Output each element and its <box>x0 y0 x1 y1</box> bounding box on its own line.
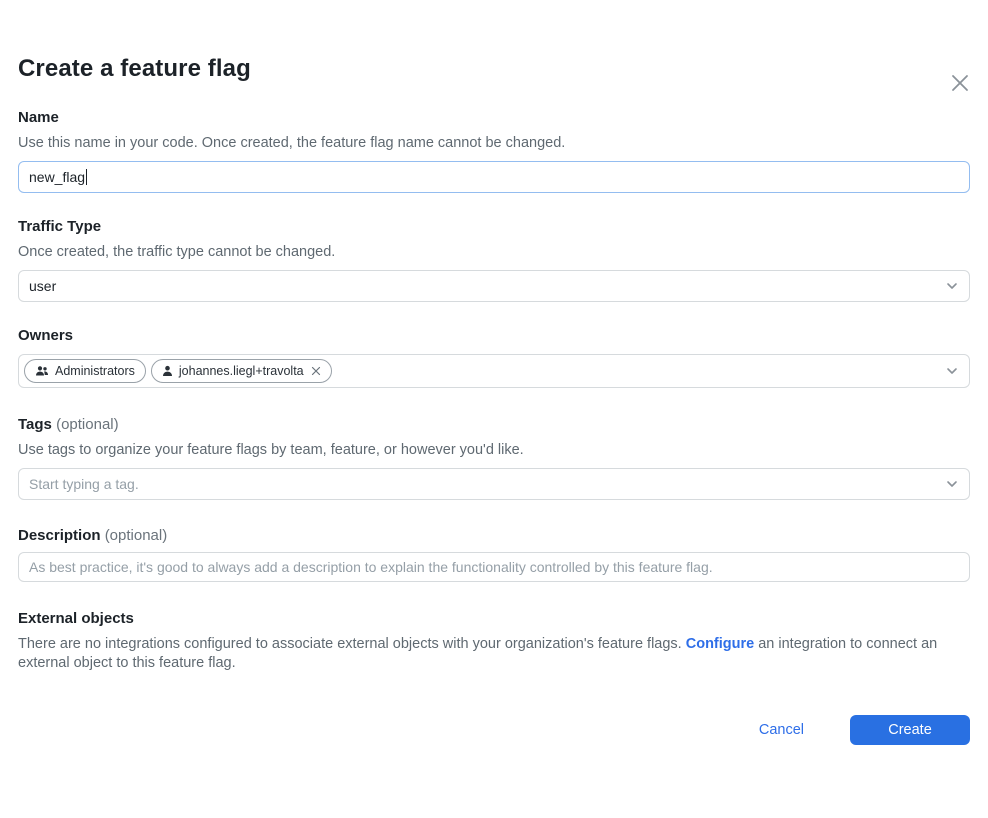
chevron-down-icon <box>945 477 959 491</box>
owners-chip-list: Administrators johannes.liegl+travolta <box>24 359 937 383</box>
owner-chip-label: johannes.liegl+travolta <box>179 364 304 378</box>
description-field-group: Description (optional) <box>18 527 970 582</box>
traffic-type-label: Traffic Type <box>18 218 970 235</box>
tags-help-text: Use tags to organize your feature flags … <box>18 441 970 460</box>
person-icon <box>162 365 173 377</box>
traffic-type-selected-value: user <box>29 278 56 294</box>
remove-owner-button[interactable] <box>311 366 321 376</box>
name-input-value: new_flag <box>29 169 85 185</box>
close-button[interactable] <box>948 71 972 95</box>
cancel-button[interactable]: Cancel <box>759 722 804 738</box>
external-objects-text: There are no integrations configured to … <box>18 635 970 672</box>
traffic-type-help-text: Once created, the traffic type cannot be… <box>18 243 970 262</box>
owner-chip-label: Administrators <box>55 364 135 378</box>
owners-select[interactable]: Administrators johannes.liegl+travolta <box>18 354 970 388</box>
owner-chip-administrators[interactable]: Administrators <box>24 359 146 383</box>
owners-field-group: Owners Administrators johannes.liegl+tra… <box>18 327 970 388</box>
tags-field-group: Tags (optional) Use tags to organize you… <box>18 416 970 500</box>
remove-icon <box>311 366 321 376</box>
chevron-down-icon <box>945 279 959 293</box>
name-input[interactable]: new_flag <box>18 161 970 193</box>
group-icon <box>35 365 49 377</box>
name-label: Name <box>18 109 970 126</box>
owner-chip-user[interactable]: johannes.liegl+travolta <box>151 359 332 383</box>
tags-select[interactable]: Start typing a tag. <box>18 468 970 500</box>
configure-link[interactable]: Configure <box>686 636 754 652</box>
traffic-type-field-group: Traffic Type Once created, the traffic t… <box>18 218 970 302</box>
external-objects-text-before: There are no integrations configured to … <box>18 636 686 652</box>
tags-label: Tags <box>18 416 52 433</box>
name-help-text: Use this name in your code. Once created… <box>18 134 970 153</box>
owners-label: Owners <box>18 327 970 344</box>
external-objects-label: External objects <box>18 610 970 627</box>
close-icon <box>949 72 971 94</box>
tags-placeholder: Start typing a tag. <box>29 476 139 492</box>
description-optional-hint: (optional) <box>105 527 168 544</box>
tags-optional-hint: (optional) <box>56 416 119 433</box>
modal-footer: Cancel Create <box>18 715 970 745</box>
external-objects-section: External objects There are no integratio… <box>18 610 970 672</box>
create-button[interactable]: Create <box>850 715 970 745</box>
modal-title: Create a feature flag <box>18 55 970 83</box>
chevron-down-icon <box>945 364 959 378</box>
traffic-type-select[interactable]: user <box>18 270 970 302</box>
description-label: Description <box>18 527 101 544</box>
create-feature-flag-modal: Create a feature flag Name Use this name… <box>0 55 988 745</box>
description-input[interactable] <box>18 552 970 582</box>
name-field-group: Name Use this name in your code. Once cr… <box>18 109 970 193</box>
text-cursor <box>86 169 87 185</box>
